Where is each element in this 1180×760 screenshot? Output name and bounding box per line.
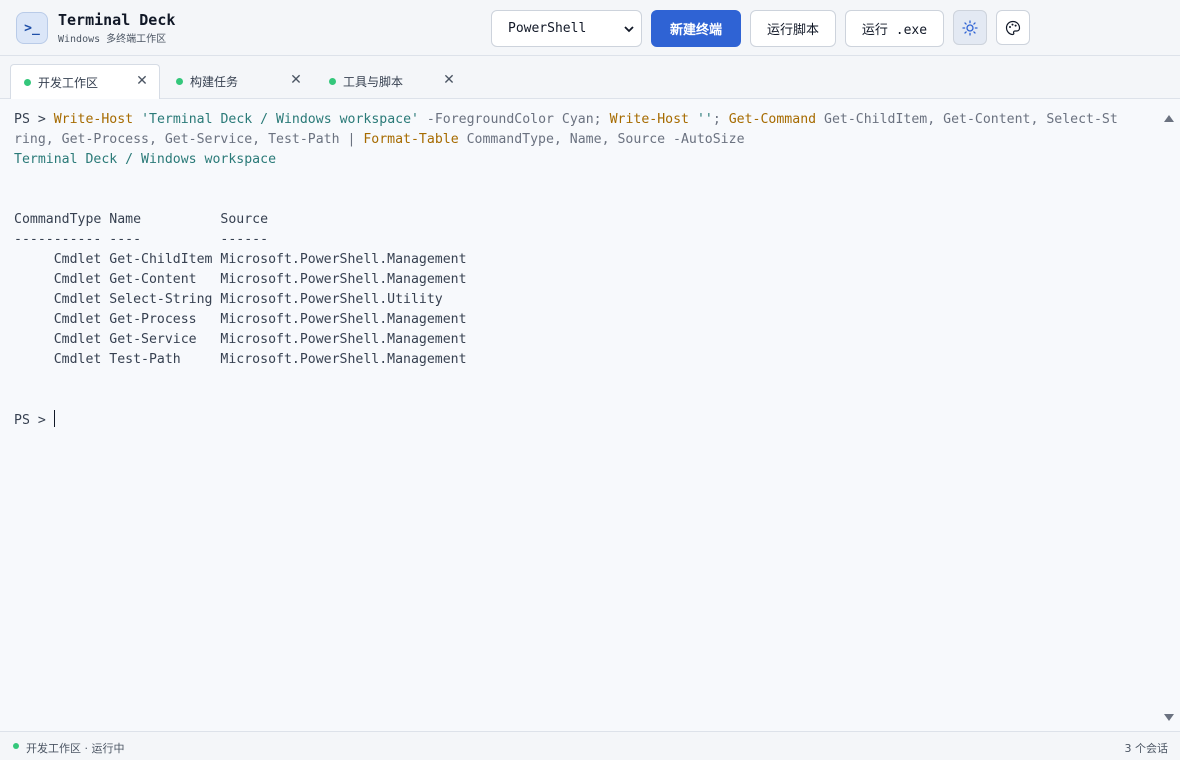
cmdlet-token: Write-Host (53, 112, 134, 127)
text-cursor (53, 410, 55, 427)
run-script-button[interactable]: 运行脚本 (750, 10, 836, 47)
table-row: Cmdlet Test-Path Microsoft.PowerShell.Ma… (14, 352, 467, 367)
cmdlet-token: Write-Host (609, 112, 689, 127)
argument-token: Get-ChildItem, Get-Content, Select-St (824, 112, 1118, 127)
tab-tools-scripts[interactable]: 工具与脚本 ✕ (316, 64, 466, 99)
table-row: Cmdlet Get-Process Microsoft.PowerShell.… (14, 312, 467, 327)
status-dot (13, 743, 19, 749)
scroll-up-arrow-icon[interactable] (1164, 115, 1174, 122)
terminal-logo-icon: >_ (16, 12, 48, 44)
run-exe-button[interactable]: 运行 .exe (845, 10, 944, 47)
input-line[interactable]: PS > (14, 410, 1158, 430)
tab-status-dot (329, 78, 336, 85)
sun-icon (962, 19, 978, 36)
new-terminal-button[interactable]: 新建终端 (651, 10, 741, 47)
command-line-1: PS > Write-Host 'Terminal Deck / Windows… (14, 110, 1158, 130)
tab-dev-workspace[interactable]: 开发工作区 ✕ (10, 64, 160, 100)
status-session-info: 开发工作区 · 运行中 (26, 742, 125, 755)
terminal-output[interactable]: PS > Write-Host 'Terminal Deck / Windows… (0, 99, 1158, 731)
cmdlet-token: Get-Command (728, 112, 817, 127)
string-token: 'Terminal Deck / Windows workspace' (141, 112, 419, 127)
tab-bar: 开发工作区 ✕ 构建任务 ✕ 工具与脚本 ✕ (0, 56, 1180, 100)
chevron-down-icon (624, 26, 634, 33)
tab-label: 构建任务 (190, 75, 239, 89)
theme-toggle-button[interactable] (953, 10, 987, 45)
table-header: CommandType Name Source (14, 212, 269, 227)
tab-status-dot (176, 78, 183, 85)
close-icon[interactable]: ✕ (289, 71, 303, 89)
palette-icon (1005, 20, 1021, 35)
status-session-count: 3 个会话 (1124, 742, 1169, 755)
separator-token: ; (712, 112, 721, 127)
table-row: Cmdlet Get-ChildItem Microsoft.PowerShel… (14, 252, 467, 267)
app-subtitle: Windows 多终端工作区 (58, 34, 167, 45)
app-header: >_ Terminal Deck Windows 多终端工作区 PowerShe… (0, 0, 1180, 56)
scroll-down-arrow-icon[interactable] (1164, 714, 1174, 721)
close-icon[interactable]: ✕ (135, 72, 149, 90)
argument-token: Cyan; (561, 112, 602, 127)
tab-status-dot (24, 79, 31, 86)
parameter-token: -ForegroundColor (426, 112, 554, 127)
app-title: Terminal Deck (58, 11, 176, 29)
palette-button[interactable] (996, 10, 1030, 45)
parameter-token: -AutoSize (673, 132, 745, 147)
argument-token: CommandType, Name, Source (466, 132, 666, 147)
table-row: Cmdlet Get-Service Microsoft.PowerShell.… (14, 332, 467, 347)
table-rule: ----------- ---- ------ (14, 232, 269, 247)
prompt: PS > (14, 112, 46, 127)
table-row: Cmdlet Select-String Microsoft.PowerShel… (14, 292, 443, 307)
status-bar: 开发工作区 · 运行中 3 个会话 (0, 731, 1180, 760)
cmdlet-token: Format-Table (363, 132, 459, 147)
output-title: Terminal Deck / Windows workspace (14, 152, 277, 167)
tab-build-tasks[interactable]: 构建任务 ✕ (163, 64, 313, 99)
tab-label: 工具与脚本 (343, 75, 404, 89)
close-icon[interactable]: ✕ (442, 71, 456, 89)
final-prompt: PS > (14, 413, 54, 428)
argument-token: ring, Get-Process, Get-Service, Test-Pat… (14, 132, 356, 147)
terminal-scrollbar[interactable] (1158, 99, 1180, 731)
shell-select-value: PowerShell (508, 21, 587, 36)
string-token: '' (696, 112, 713, 127)
shell-select[interactable]: PowerShell (491, 10, 642, 47)
command-line-2: ring, Get-Process, Get-Service, Test-Pat… (14, 130, 1158, 150)
table-row: Cmdlet Get-Content Microsoft.PowerShell.… (14, 272, 467, 287)
tab-label: 开发工作区 (38, 76, 99, 90)
